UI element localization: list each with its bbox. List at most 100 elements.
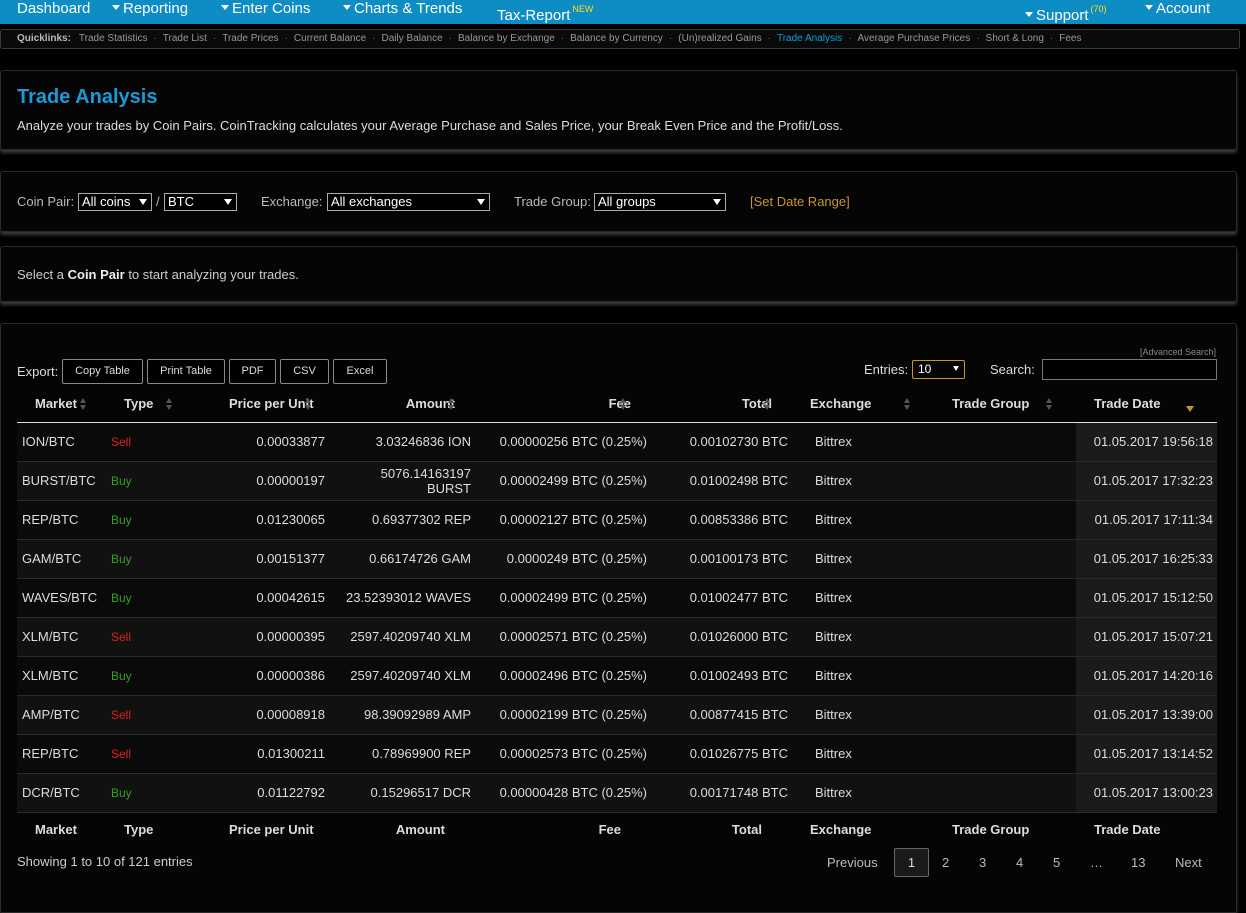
exchange-select[interactable]: All exchanges	[327, 193, 490, 211]
amount-cell: 5076.14163197 BURST	[329, 461, 475, 501]
table-row[interactable]: GAM/BTC Buy 0.00151377 0.66174726 GAM 0.0000…	[17, 539, 1217, 579]
print-table-button[interactable]: Print Table	[147, 359, 225, 384]
entries-select[interactable]: 10	[912, 360, 965, 379]
column-header[interactable]: Amount	[329, 386, 475, 423]
excel-button[interactable]: Excel	[333, 359, 387, 384]
pdf-button[interactable]: PDF	[229, 359, 276, 384]
quicklink-item[interactable]: Trade Analysis	[777, 33, 842, 44]
exchange-cell: Bittrex	[792, 422, 934, 462]
pagination-page[interactable]: 5	[1053, 855, 1060, 870]
table-row[interactable]: AMP/BTC Sell 0.00008918 98.39092989 AMP 0.00…	[17, 695, 1217, 735]
trade-date-cell: 01.05.2017 15:12:50	[1076, 578, 1217, 618]
column-header-label: Price per Unit	[229, 396, 314, 412]
trade-group-label: Trade Group:	[514, 194, 591, 209]
header-panel	[0, 70, 1237, 150]
quicklink-item[interactable]: Trade Statistics	[79, 33, 148, 44]
dropdown-arrow-icon	[139, 199, 147, 205]
fee-cell: 0.00000256 BTC (0.25%)	[475, 422, 651, 462]
quicklink-item[interactable]: Short & Long	[986, 33, 1044, 44]
page-title: Trade Analysis	[17, 86, 158, 108]
column-header[interactable]: Trade Group	[934, 386, 1076, 423]
pagination-ellipsis: …	[1090, 855, 1103, 870]
fee-cell: 0.00002571 BTC (0.25%)	[475, 617, 651, 657]
column-header[interactable]: Total	[651, 386, 792, 423]
type-cell: Sell	[106, 695, 195, 735]
pagination-page[interactable]: 4	[1016, 855, 1023, 870]
pagination-page[interactable]: 3	[979, 855, 986, 870]
copy-table-button[interactable]: Copy Table	[62, 359, 143, 384]
price-cell: 0.00000197	[195, 461, 329, 501]
amount-cell: 2597.40209740 XLM	[329, 656, 475, 696]
quicklink-item[interactable]: Daily Balance	[382, 33, 443, 44]
coin-select[interactable]: All coins	[78, 193, 152, 211]
column-footer: Market	[17, 811, 106, 846]
pagination-page[interactable]: 2	[942, 855, 949, 870]
pagination-current-page[interactable]: 1	[894, 848, 929, 877]
table-row[interactable]: WAVES/BTC Buy 0.00042615 23.52393012 WAVES 0…	[17, 578, 1217, 618]
exchange-cell: Bittrex	[792, 578, 934, 618]
nav-support[interactable]: Support (70)	[1025, 0, 1107, 24]
base-currency-select[interactable]: BTC	[164, 193, 237, 211]
coin-pair-label: Coin Pair:	[17, 194, 75, 209]
table-row[interactable]: XLM/BTC Sell 0.00000395 2597.40209740 XLM 0.…	[17, 617, 1217, 657]
amount-cell: 0.69377302 REP	[329, 500, 475, 540]
csv-button[interactable]: CSV	[280, 359, 329, 384]
table-row[interactable]: BURST/BTC Buy 0.00000197 5076.14163197 BURS…	[17, 461, 1217, 501]
trade-group-cell	[934, 539, 1076, 579]
table-row[interactable]: DCR/BTC Buy 0.01122792 0.15296517 DCR 0.0000…	[17, 773, 1217, 813]
quicklink-item[interactable]: Trade List	[163, 33, 207, 44]
exchange-cell: Bittrex	[792, 695, 934, 735]
pagination-page[interactable]: 13	[1131, 855, 1145, 870]
advanced-search-link[interactable]: [Advanced Search]	[1140, 347, 1216, 357]
pagination-previous[interactable]: Previous	[827, 855, 878, 870]
pagination-next[interactable]: Next	[1175, 855, 1202, 870]
trade-group-cell	[934, 500, 1076, 540]
quicklink-item[interactable]: Balance by Currency	[570, 33, 663, 44]
exchange-cell: Bittrex	[792, 500, 934, 540]
column-header[interactable]: Exchange	[792, 386, 934, 423]
quicklink-separator: ·	[448, 33, 453, 44]
search-input[interactable]	[1042, 359, 1217, 380]
quicklink-item[interactable]: Balance by Exchange	[458, 33, 555, 44]
table-row[interactable]: ION/BTC Sell 0.00033877 3.03246836 ION 0.000…	[17, 422, 1217, 462]
table-row[interactable]: REP/BTC Sell 0.01300211 0.78969900 REP 0.000…	[17, 734, 1217, 774]
dropdown-arrow-icon	[477, 199, 485, 205]
chevron-down-icon	[343, 5, 351, 10]
quicklink-item[interactable]: Trade Prices	[222, 33, 278, 44]
column-header[interactable]: Type	[106, 386, 195, 423]
column-footer: Fee	[475, 811, 651, 846]
nav-reporting[interactable]: Reporting	[112, 0, 188, 24]
table-row[interactable]: REP/BTC Buy 0.01230065 0.69377302 REP 0.0000…	[17, 500, 1217, 540]
nav-reporting-label: Reporting	[123, 0, 189, 17]
quicklink-separator: ·	[1049, 33, 1054, 44]
market-cell: REP/BTC	[17, 500, 106, 540]
set-date-range-link[interactable]: [Set Date Range]	[750, 194, 850, 209]
nav-charts-trends[interactable]: Charts & Trends	[343, 0, 462, 24]
nav-enter-coins[interactable]: Enter Coins	[221, 0, 310, 24]
column-header[interactable]: Price per Unit	[195, 386, 329, 423]
nav-tax-report[interactable]: Tax-Report NEW	[497, 0, 593, 24]
nav-tax-report-label: Tax-Report	[497, 7, 571, 24]
price-cell: 0.01230065	[195, 500, 329, 540]
column-header[interactable]: Market	[17, 386, 106, 423]
quicklink-item[interactable]: (Un)realized Gains	[678, 33, 761, 44]
column-header[interactable]: Trade Date	[1076, 386, 1217, 423]
table-footer-row: Market Type Price per Unit Amount Fee Total Ex…	[17, 811, 1217, 846]
trade-group-value: All groups	[598, 194, 656, 209]
quicklink-separator: ·	[212, 33, 217, 44]
column-header[interactable]: Fee	[475, 386, 651, 423]
nav-dashboard[interactable]: Dashboard	[17, 0, 90, 24]
price-cell: 0.01300211	[195, 734, 329, 774]
quicklink-item[interactable]: Average Purchase Prices	[858, 33, 971, 44]
quicklink-item[interactable]: Current Balance	[294, 33, 366, 44]
table-row[interactable]: XLM/BTC Buy 0.00000386 2597.40209740 XLM 0.0…	[17, 656, 1217, 696]
nav-account[interactable]: Account	[1145, 0, 1210, 24]
column-footer: Exchange	[792, 811, 934, 846]
amount-cell: 23.52393012 WAVES	[329, 578, 475, 618]
quicklink-item[interactable]: Fees	[1059, 33, 1081, 44]
trade-group-select[interactable]: All groups	[594, 193, 726, 211]
trade-group-cell	[934, 422, 1076, 462]
column-footer: Price per Unit	[195, 811, 329, 846]
coin-select-value: All coins	[82, 194, 131, 209]
trade-date-cell: 01.05.2017 17:11:34	[1076, 500, 1217, 540]
